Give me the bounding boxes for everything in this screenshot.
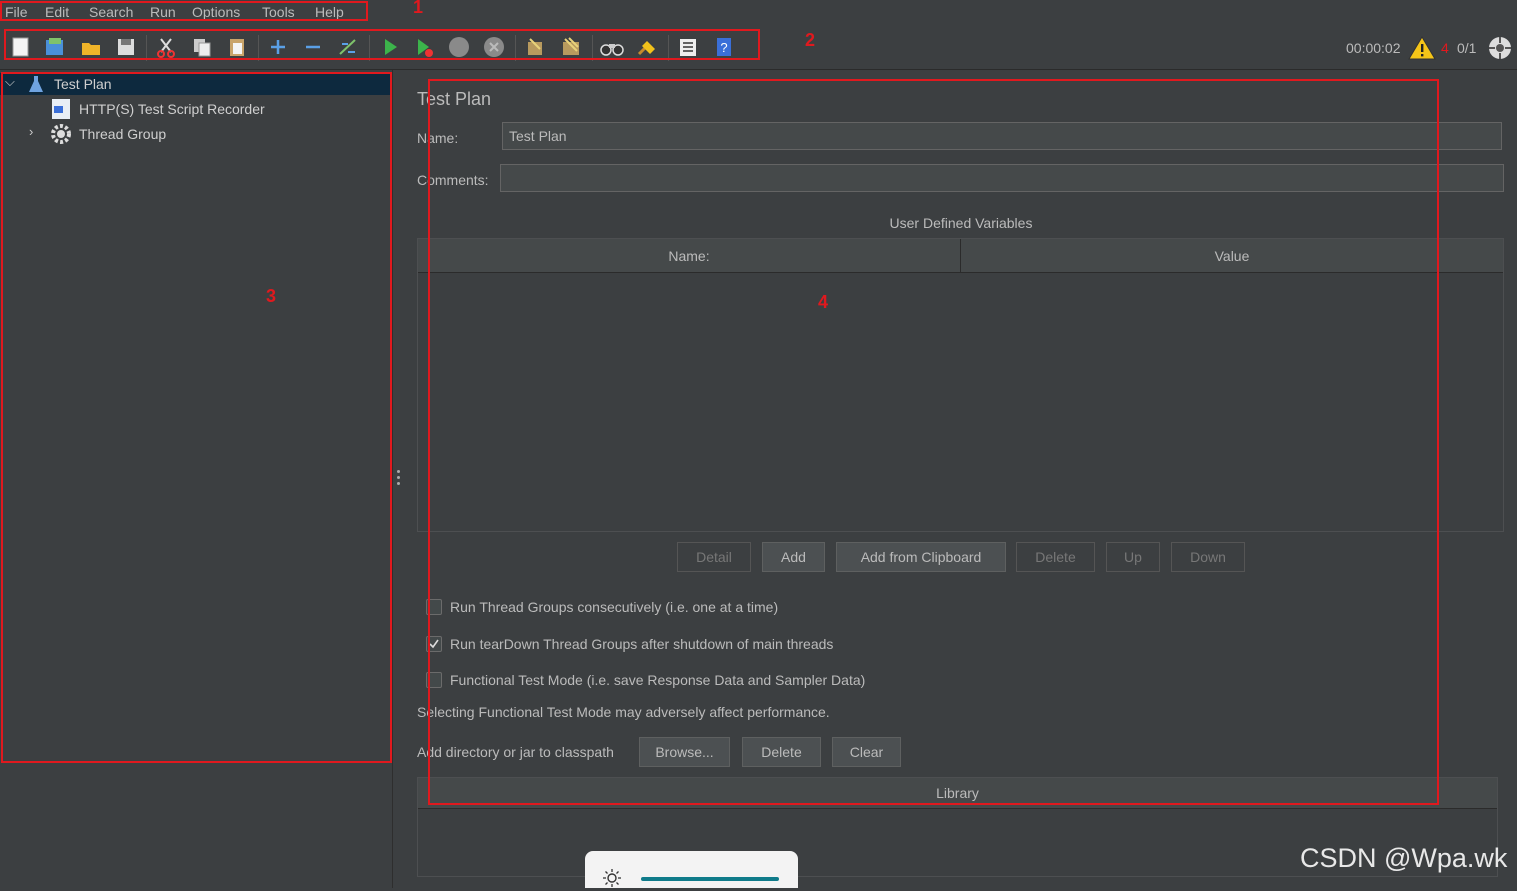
annotation-label-1: 1	[413, 0, 424, 17]
annotation-label-2: 2	[805, 30, 816, 50]
annotation-box-3	[1, 72, 392, 763]
remote-engines-icon	[1488, 36, 1512, 60]
brightness-slider[interactable]	[641, 877, 779, 881]
error-count[interactable]: 4	[1441, 40, 1449, 56]
warning-icon[interactable]	[1408, 35, 1436, 61]
annotation-label-3: 3	[266, 286, 277, 306]
elapsed-timer: 00:00:02	[1346, 40, 1401, 56]
brightness-popup	[585, 851, 798, 888]
annotation-box-2	[4, 29, 760, 60]
annotation-label-4: 4	[818, 292, 829, 312]
annotation-box-4	[428, 79, 1439, 805]
watermark: CSDN @Wpa.wk	[1300, 843, 1508, 873]
annotation-box-1	[0, 1, 368, 21]
panel-splitter[interactable]	[392, 70, 406, 888]
active-threads: 0/1	[1457, 40, 1477, 56]
